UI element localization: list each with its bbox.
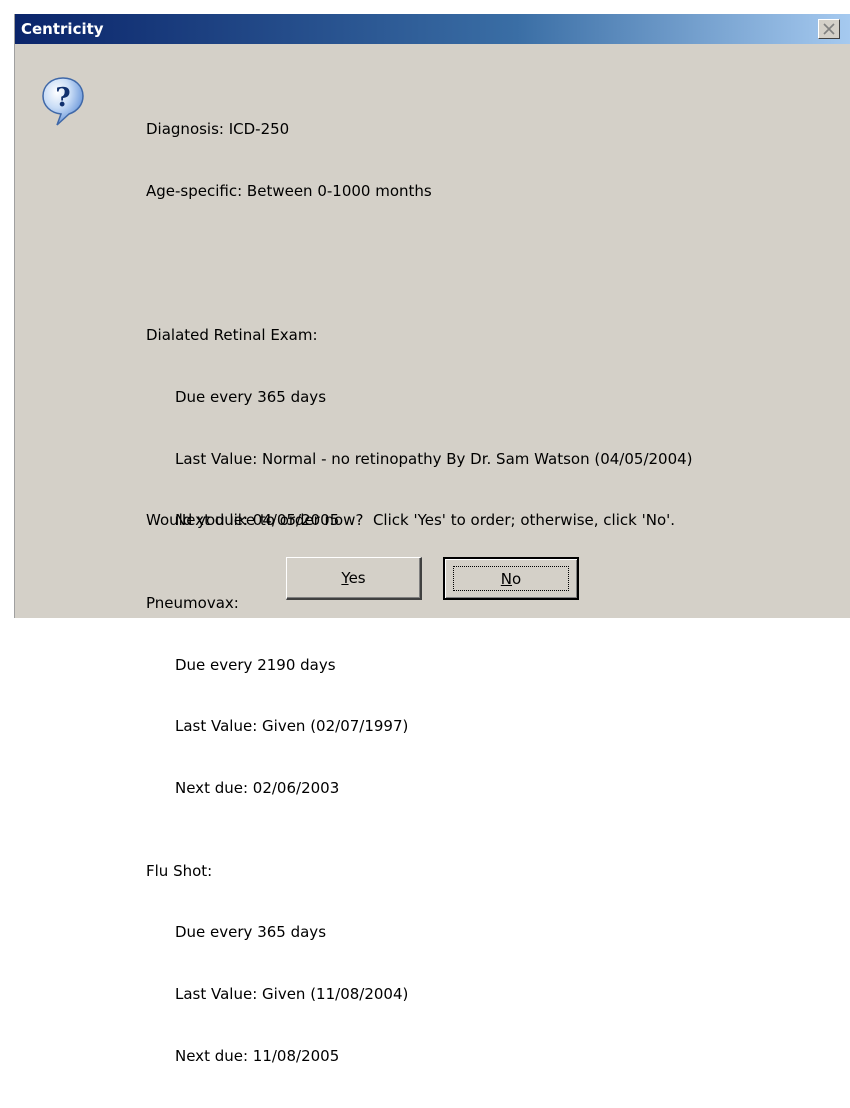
item-last-value: Last Value: Normal - no retinopathy By D… <box>175 449 693 468</box>
no-button[interactable]: No <box>443 557 579 600</box>
item-due: Due every 365 days <box>175 387 327 406</box>
window-title: Centricity <box>21 20 104 38</box>
item-due: Due every 365 days <box>175 923 327 942</box>
message-dialog: Centricity ? Diagnosis: ICD-250 Age-spec… <box>14 14 850 1065</box>
order-prompt: Would you like to order now? Click 'Yes'… <box>146 511 676 529</box>
title-bar[interactable]: Centricity <box>15 14 850 44</box>
close-icon <box>823 23 835 35</box>
age-line: Age-specific: Between 0-1000 months <box>146 181 432 200</box>
yes-button[interactable]: Yes <box>286 557 422 600</box>
item-next-due: Next due: 11/08/2005 <box>175 1046 340 1065</box>
question-icon: ? <box>42 77 84 126</box>
close-button[interactable] <box>818 19 840 39</box>
item-next-due: Next due: 02/06/2003 <box>175 779 340 798</box>
item-last-value: Last Value: Given (11/08/2004) <box>175 985 409 1004</box>
item-name: Dialated Retinal Exam: <box>146 326 318 345</box>
diagnosis-line: Diagnosis: ICD-250 <box>146 120 290 139</box>
item-last-value: Last Value: Given (02/07/1997) <box>175 717 409 736</box>
yes-accelerator: Y <box>341 569 349 587</box>
focus-rectangle <box>453 566 569 591</box>
yes-label: es <box>348 569 366 587</box>
item-due: Due every 2190 days <box>175 655 336 674</box>
svg-text:?: ? <box>55 83 70 113</box>
item-name: Flu Shot: <box>146 861 213 880</box>
